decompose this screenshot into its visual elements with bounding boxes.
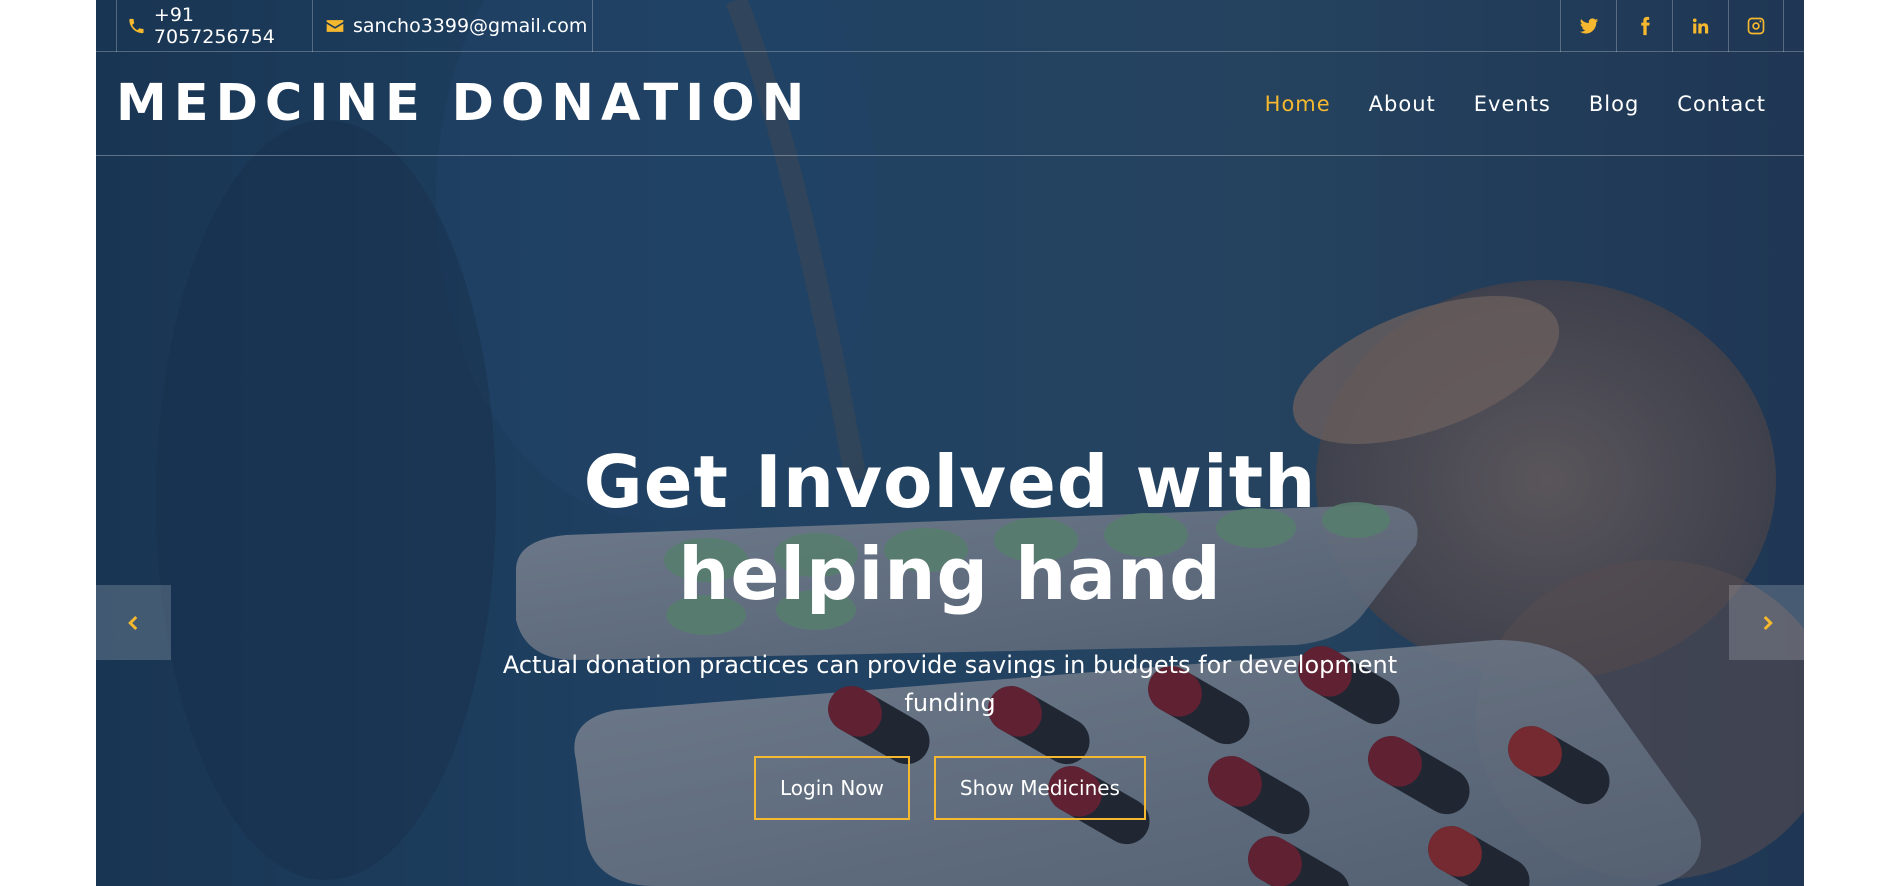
envelope-icon bbox=[326, 20, 344, 32]
phone-number: +91 7057256754 bbox=[153, 4, 275, 48]
hero-buttons: Login Now Show Medicines bbox=[96, 756, 1804, 820]
carousel-prev-button[interactable] bbox=[96, 585, 171, 660]
instagram-icon bbox=[1747, 17, 1765, 35]
hero-subtitle: Actual donation practices can provide sa… bbox=[502, 651, 1398, 717]
twitter-link[interactable] bbox=[1560, 0, 1616, 52]
social-links bbox=[1560, 0, 1784, 52]
nav-about[interactable]: About bbox=[1369, 92, 1436, 116]
linkedin-icon bbox=[1692, 18, 1708, 34]
email-contact[interactable]: sancho3399@gmail.com bbox=[313, 0, 593, 52]
email-address: sancho3399@gmail.com bbox=[353, 15, 588, 37]
nav-contact[interactable]: Contact bbox=[1677, 92, 1766, 116]
nav-blog[interactable]: Blog bbox=[1589, 92, 1639, 116]
site-logo[interactable]: MEDCINE DONATION bbox=[116, 76, 811, 132]
page: +91 7057256754 sancho3399@gmail.com MEDC… bbox=[96, 0, 1804, 886]
facebook-link[interactable] bbox=[1616, 0, 1672, 52]
hero-title: Get Involved with helping hand bbox=[570, 436, 1330, 620]
main-menu: Home About Events Blog Contact bbox=[1265, 52, 1766, 156]
facebook-icon bbox=[1640, 16, 1650, 36]
chevron-left-icon bbox=[127, 615, 137, 630]
top-bar: +91 7057256754 sancho3399@gmail.com bbox=[96, 0, 1804, 52]
login-now-button[interactable]: Login Now bbox=[754, 756, 910, 820]
nav-events[interactable]: Events bbox=[1474, 92, 1551, 116]
carousel-next-button[interactable] bbox=[1729, 585, 1804, 660]
hero-title-line-2: helping hand bbox=[678, 532, 1222, 616]
show-medicines-button[interactable]: Show Medicines bbox=[933, 756, 1146, 820]
navbar: MEDCINE DONATION Home About Events Blog … bbox=[96, 52, 1804, 156]
hero-title-line-1: Get Involved with bbox=[583, 440, 1317, 524]
nav-home[interactable]: Home bbox=[1265, 92, 1331, 116]
instagram-link[interactable] bbox=[1728, 0, 1784, 52]
phone-icon bbox=[129, 18, 144, 34]
linkedin-link[interactable] bbox=[1672, 0, 1728, 52]
hero-content: Get Involved with helping hand Actual do… bbox=[96, 436, 1804, 820]
twitter-icon bbox=[1579, 18, 1598, 34]
chevron-right-icon bbox=[1763, 615, 1773, 630]
phone-contact[interactable]: +91 7057256754 bbox=[116, 0, 313, 52]
